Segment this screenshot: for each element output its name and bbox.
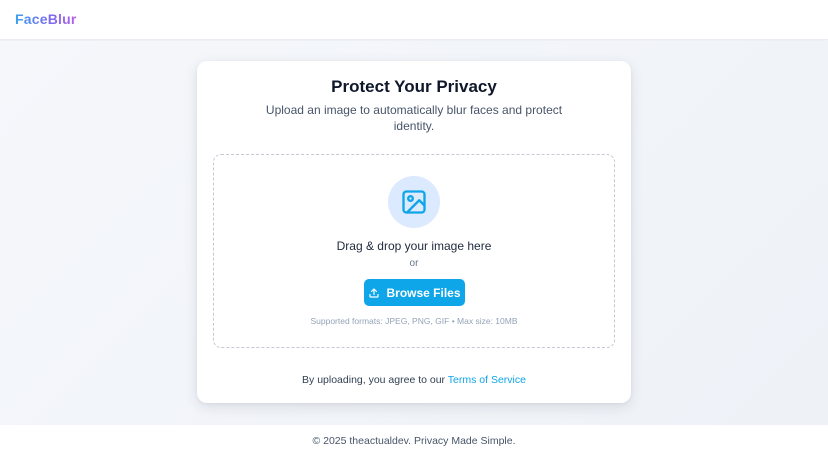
terms-of-service-link[interactable]: Terms of Service — [448, 374, 526, 386]
upload-icon — [369, 287, 380, 298]
footer-copyright: © 2025 theactualdev. Privacy Made Simple… — [312, 435, 516, 447]
image-icon — [402, 190, 426, 214]
page-footer: © 2025 theactualdev. Privacy Made Simple… — [0, 425, 828, 458]
browse-files-button[interactable]: Browse Files — [364, 279, 465, 306]
card-title: Protect Your Privacy — [331, 77, 497, 96]
upload-dropzone[interactable]: Drag & drop your image here or Browse Fi… — [213, 154, 615, 348]
upload-card: Protect Your Privacy Upload an image to … — [197, 61, 631, 403]
or-separator: or — [409, 258, 419, 269]
supported-formats-text: Supported formats: JPEG, PNG, GIF • Max … — [310, 316, 518, 326]
card-subtitle: Upload an image to automatically blur fa… — [265, 103, 563, 133]
terms-prefix: By uploading, you agree to our — [302, 374, 448, 386]
terms-notice: By uploading, you agree to our Terms of … — [197, 374, 631, 386]
browse-files-label: Browse Files — [386, 285, 461, 300]
top-header: FaceBlur — [0, 0, 828, 40]
drag-drop-text: Drag & drop your image here — [336, 239, 492, 253]
image-icon-circle — [388, 176, 440, 228]
app-logo[interactable]: FaceBlur — [15, 11, 77, 27]
